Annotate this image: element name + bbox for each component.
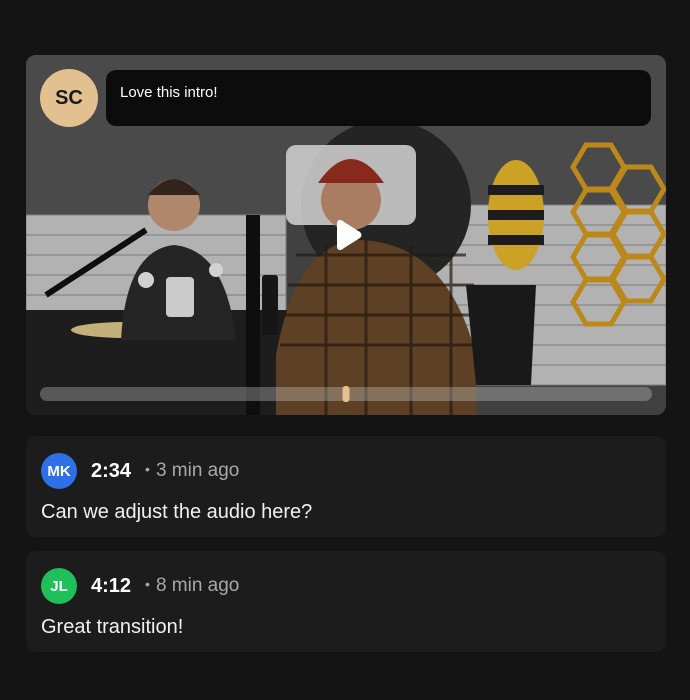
progress-scrubber[interactable] [40, 386, 652, 402]
commenter-initials: JL [50, 577, 68, 595]
comment-header: MK 2:34 • 3 min ago [41, 453, 651, 489]
comment-timestamp[interactable]: 2:34 [91, 460, 131, 483]
play-button[interactable] [323, 210, 373, 260]
comment-card[interactable]: MK 2:34 • 3 min ago Can we adjust the aud… [26, 436, 666, 537]
comment-text: Can we adjust the audio here? [41, 501, 313, 523]
comment-card[interactable]: JL 4:12 • 8 min ago Great transition! [26, 551, 666, 652]
overlay-comment-text: Love this intro! [120, 84, 218, 101]
comment-age-text: 8 min ago [155, 575, 240, 596]
play-icon [337, 220, 362, 250]
video-player[interactable]: SC Love this intro! [26, 55, 666, 415]
commenter-avatar: MK [41, 453, 77, 489]
author-avatar: SC [40, 69, 98, 127]
separator-dot: • [145, 576, 150, 592]
commenter-avatar: JL [41, 568, 77, 604]
overlay-comment-bubble: Love this intro! [106, 70, 651, 126]
comment-age-text: 3 min ago [155, 460, 240, 481]
comment-timestamp[interactable]: 4:12 [91, 575, 131, 598]
comment-age: • 3 min ago [145, 460, 239, 482]
comment-text: Great transition! [41, 616, 184, 638]
comment-header: JL 4:12 • 8 min ago [41, 568, 651, 604]
commenter-initials: MK [47, 462, 71, 480]
comment-age: • 8 min ago [145, 575, 239, 597]
scrubber-handle[interactable] [342, 386, 350, 402]
separator-dot: • [145, 461, 150, 477]
author-initials: SC [55, 86, 83, 109]
